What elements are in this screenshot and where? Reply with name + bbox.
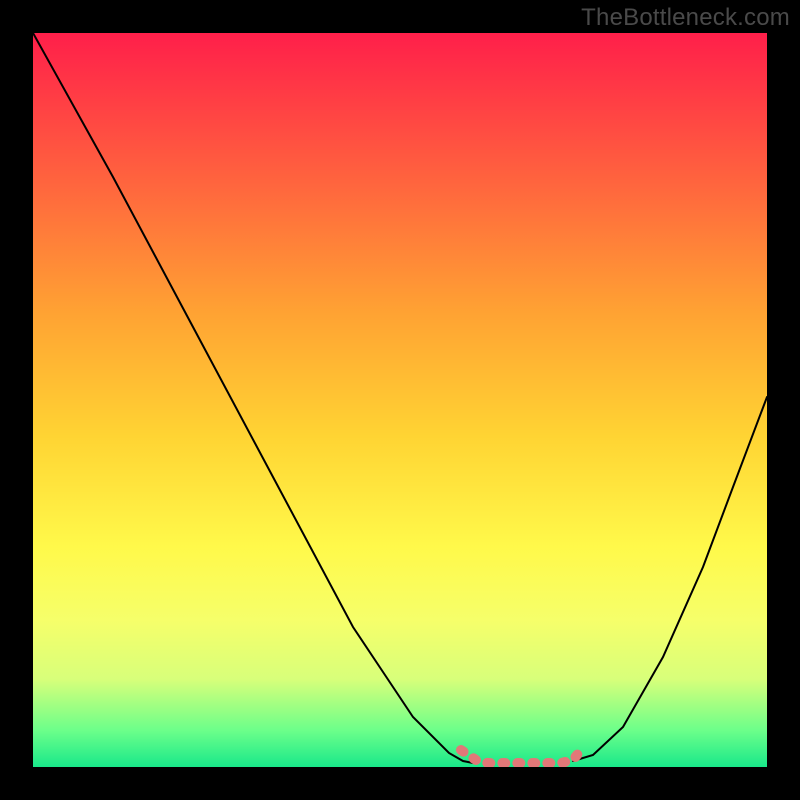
chart-svg: [33, 33, 767, 767]
chart-frame: TheBottleneck.com: [0, 0, 800, 800]
series-bottom-flat: [461, 750, 581, 763]
plot-area: [33, 33, 767, 767]
series-left-curve: [33, 33, 473, 763]
series-right-curve: [573, 397, 767, 761]
watermark-text: TheBottleneck.com: [581, 4, 790, 32]
